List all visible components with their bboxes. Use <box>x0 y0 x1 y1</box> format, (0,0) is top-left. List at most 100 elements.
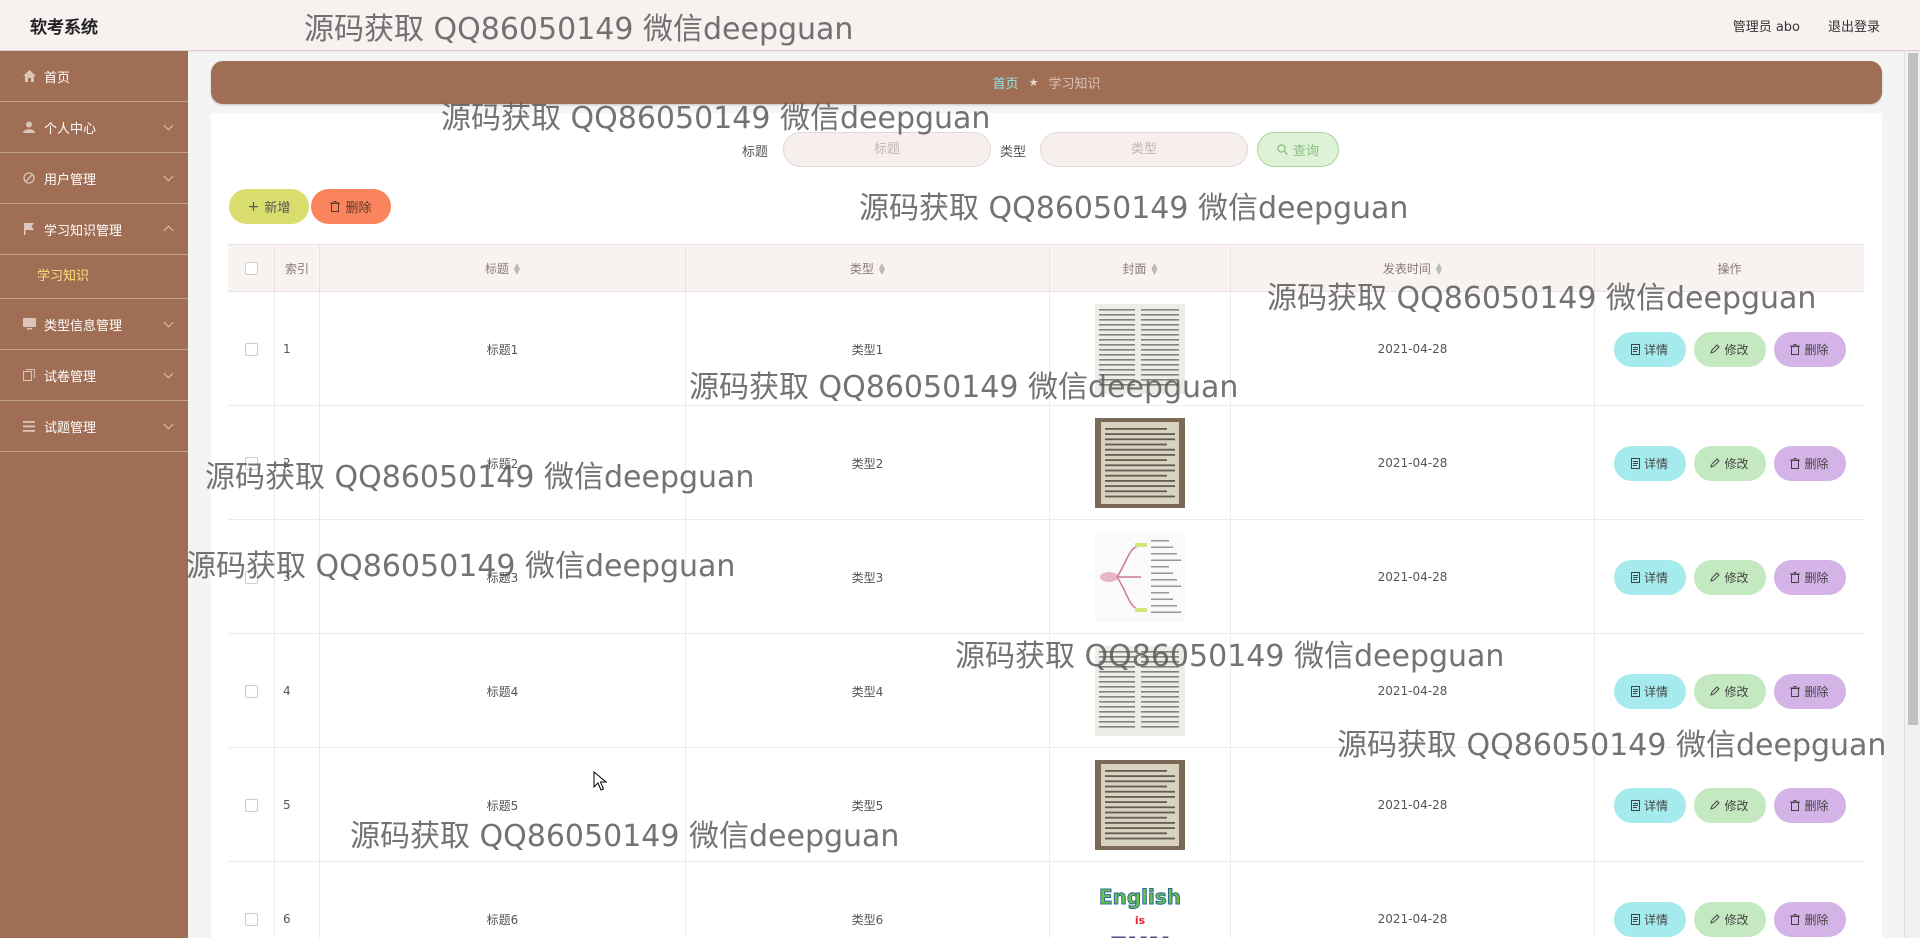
batch-delete-label: 删除 <box>345 201 372 216</box>
page-scrollbar[interactable] <box>1904 51 1920 938</box>
cover-image[interactable] <box>1095 532 1185 622</box>
cell-index-value: 5 <box>283 798 291 812</box>
logout-link[interactable]: 退出登录 <box>1828 16 1880 35</box>
sidebar-item-personal-center[interactable]: 个人中心 <box>0 102 188 153</box>
detail-button-label: 详情 <box>1643 456 1668 471</box>
sort-icon[interactable]: ▲ ▼ <box>1151 261 1157 275</box>
edit-button[interactable]: 修改 <box>1693 901 1766 937</box>
detail-button-label: 详情 <box>1643 570 1668 585</box>
cell-operations: 详情 修改 删除 <box>1595 406 1864 520</box>
sidebar-item-type-info-management[interactable]: 类型信息管理 <box>0 299 188 350</box>
sidebar-item-question-management[interactable]: 试题管理 <box>0 401 188 452</box>
cover-image[interactable] <box>1095 418 1185 508</box>
cell-title-value: 标题5 <box>486 798 519 813</box>
cover-image[interactable] <box>1095 646 1185 736</box>
sidebar-item-label: 试题管理 <box>44 420 97 436</box>
edit-icon <box>1710 458 1721 468</box>
delete-button[interactable]: 删除 <box>1773 901 1846 937</box>
delete-button[interactable]: 删除 <box>1773 673 1846 709</box>
sort-icon[interactable]: ▲ ▼ <box>514 261 520 275</box>
sidebar-item-home[interactable]: 首页 <box>0 51 188 102</box>
edit-button-label: 修改 <box>1724 798 1749 813</box>
cell-publish-time: 2021-04-28 <box>1231 634 1595 748</box>
cover-image[interactable]: English is FUN <box>1095 874 1185 938</box>
row-checkbox[interactable] <box>244 342 258 356</box>
row-select-cell <box>228 406 275 520</box>
flag-icon <box>22 222 36 236</box>
trash-icon <box>1790 571 1801 583</box>
cell-type-value: 类型3 <box>851 570 884 585</box>
sidebar-item-user-management[interactable]: 用户管理 <box>0 153 188 204</box>
breadcrumb-current: 学习知识 <box>1048 77 1101 92</box>
column-type-label: 类型 <box>849 262 874 276</box>
detail-button[interactable]: 详情 <box>1613 673 1686 709</box>
sidebar-item-exam-paper-management[interactable]: 试卷管理 <box>0 350 188 401</box>
delete-button-label: 删除 <box>1804 456 1829 471</box>
breadcrumb-home-link[interactable]: 首页 <box>993 73 1019 92</box>
sidebar-item-label: 类型信息管理 <box>44 318 123 334</box>
cover-image[interactable] <box>1095 760 1185 850</box>
detail-button[interactable]: 详情 <box>1613 901 1686 937</box>
detail-button[interactable]: 详情 <box>1613 331 1686 367</box>
submenu: 学习知识 <box>0 255 188 299</box>
detail-button[interactable]: 详情 <box>1613 445 1686 481</box>
delete-button[interactable]: 删除 <box>1773 559 1846 595</box>
row-checkbox[interactable] <box>244 570 258 584</box>
title-search-input[interactable] <box>783 132 991 167</box>
cell-type: 类型4 <box>686 634 1050 748</box>
cell-publish-time: 2021-04-28 <box>1231 748 1595 862</box>
row-checkbox[interactable] <box>244 684 258 698</box>
trash-icon <box>330 201 341 212</box>
column-cover[interactable]: 封面 ▲ ▼ <box>1050 245 1231 292</box>
select-all-checkbox[interactable] <box>244 262 258 275</box>
scrollbar-thumb[interactable] <box>1908 53 1918 725</box>
cell-cover <box>1050 292 1231 406</box>
delete-button[interactable]: 删除 <box>1773 787 1846 823</box>
breadcrumb: 首页 ★ 学习知识 <box>211 61 1882 104</box>
query-button[interactable]: 查询 <box>1257 132 1339 167</box>
edit-button[interactable]: 修改 <box>1693 673 1766 709</box>
main-panel: 标题 类型 查询 + 新增 删除 索引 标题 ▲▼ 类型 ▲▼ <box>211 113 1882 938</box>
document-icon <box>1630 457 1640 469</box>
app-title: 软考系统 <box>30 18 98 38</box>
delete-button[interactable]: 删除 <box>1773 331 1846 367</box>
column-publish-time[interactable]: 发表时间 ▲ ▼ <box>1231 245 1595 292</box>
title-filter-label: 标题 <box>742 145 769 160</box>
edit-button[interactable]: 修改 <box>1693 445 1766 481</box>
row-select-cell <box>228 520 275 634</box>
column-type[interactable]: 类型 ▲ ▼ <box>686 245 1050 292</box>
add-button[interactable]: + 新增 <box>229 189 309 224</box>
cell-index-value: 6 <box>283 912 291 926</box>
detail-button[interactable]: 详情 <box>1613 787 1686 823</box>
sidebar-subitem-study-knowledge[interactable]: 学习知识 <box>37 265 89 284</box>
cell-cover <box>1050 406 1231 520</box>
cover-image[interactable] <box>1095 304 1185 394</box>
column-index: 索引 <box>275 245 320 292</box>
cell-time-value: 2021-04-28 <box>1377 570 1448 584</box>
sidebar-item-study-knowledge-management[interactable]: 学习知识管理 <box>0 204 188 255</box>
delete-button-label: 删除 <box>1804 570 1829 585</box>
detail-button-label: 详情 <box>1643 798 1668 813</box>
edit-button[interactable]: 修改 <box>1693 331 1766 367</box>
row-checkbox[interactable] <box>244 456 258 470</box>
cell-title: 标题6 <box>320 862 686 938</box>
cell-title-value: 标题1 <box>486 342 519 357</box>
sort-icon[interactable]: ▲ ▼ <box>1436 261 1442 275</box>
type-search-input[interactable] <box>1040 132 1248 167</box>
row-checkbox[interactable] <box>244 912 258 926</box>
edit-button-label: 修改 <box>1724 684 1749 699</box>
cell-index: 2 <box>275 406 320 520</box>
edit-button[interactable]: 修改 <box>1693 559 1766 595</box>
sort-icon[interactable]: ▲ ▼ <box>879 261 885 275</box>
detail-button[interactable]: 详情 <box>1613 559 1686 595</box>
cell-cover: English is FUN <box>1050 862 1231 938</box>
document-icon <box>1630 571 1640 583</box>
edit-button[interactable]: 修改 <box>1693 787 1766 823</box>
row-checkbox[interactable] <box>244 798 258 812</box>
batch-delete-button[interactable]: 删除 <box>311 189 391 224</box>
cell-index: 5 <box>275 748 320 862</box>
column-title[interactable]: 标题 ▲ ▼ <box>320 245 686 292</box>
column-index-label: 索引 <box>284 262 309 276</box>
svg-text:English: English <box>1099 885 1181 909</box>
delete-button[interactable]: 删除 <box>1773 445 1846 481</box>
